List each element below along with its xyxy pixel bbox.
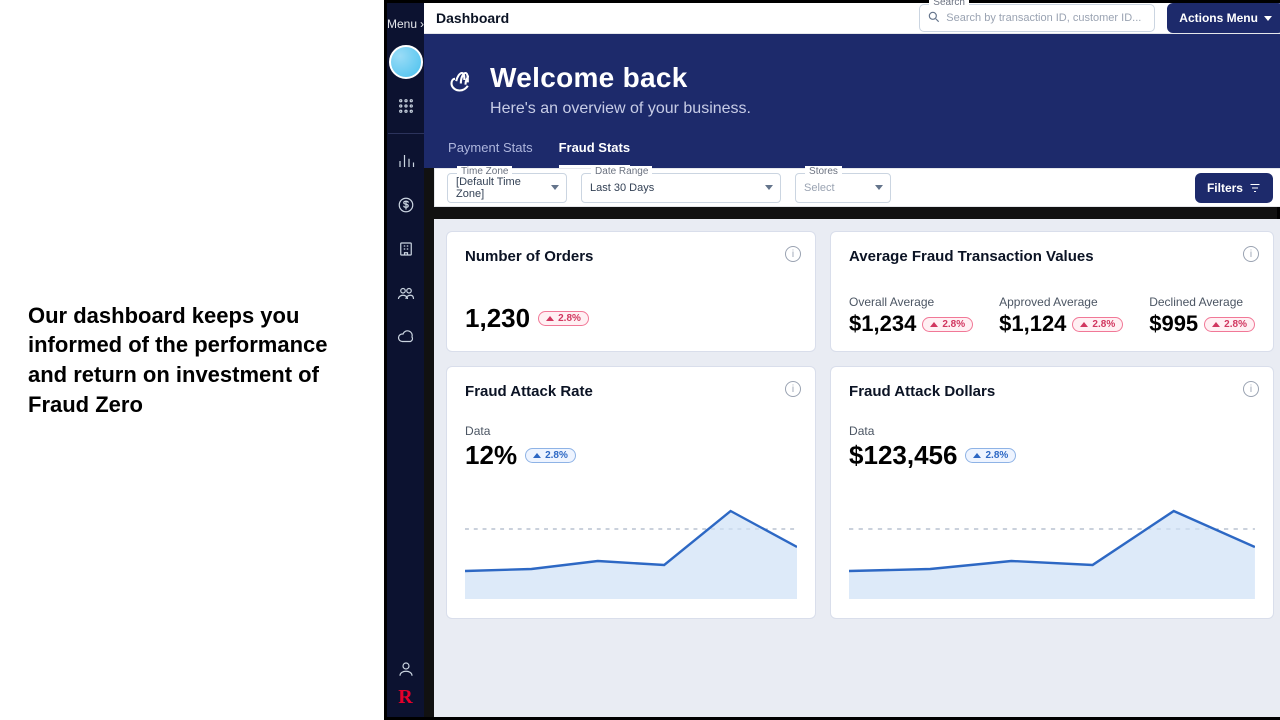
card-title: Number of Orders: [465, 248, 797, 265]
dollars-value: $123,456: [849, 440, 957, 471]
app-frame: Menu › R Dashboard Search Actions Menu: [384, 0, 1280, 720]
hero-subtitle: Here's an overview of your business.: [490, 100, 751, 118]
cards-grid: Number of Orders i 1,230 2.8% Average Fr…: [434, 219, 1280, 717]
side-nav: Menu › R: [387, 3, 424, 717]
rate-value: 12%: [465, 440, 517, 471]
card-fraud-attack-dollars: Fraud Attack Dollars i Data $123,456 2.8…: [830, 366, 1274, 619]
card-title: Average Fraud Transaction Values: [849, 248, 1255, 265]
card-fraud-attack-rate: Fraud Attack Rate i Data 12% 2.8%: [446, 366, 816, 619]
info-icon[interactable]: i: [1243, 381, 1259, 397]
timezone-select[interactable]: [Default Time Zone]: [447, 173, 567, 203]
metric-approved: Approved Average $1,124 2.8%: [999, 295, 1123, 337]
card-title: Fraud Attack Rate: [465, 383, 797, 400]
card-title: Fraud Attack Dollars: [849, 383, 1255, 400]
timezone-label: Time Zone: [457, 166, 512, 177]
info-icon[interactable]: i: [1243, 246, 1259, 262]
actions-menu-label: Actions Menu: [1179, 11, 1258, 25]
up-arrow-icon: [533, 453, 541, 458]
info-icon[interactable]: i: [785, 381, 801, 397]
menu-toggle-label: Menu: [387, 17, 417, 31]
data-sublabel: Data: [465, 424, 797, 438]
up-arrow-icon: [930, 322, 938, 327]
marketing-caption: Our dashboard keeps you informed of the …: [28, 301, 356, 420]
delta-badge: 2.8%: [1072, 317, 1123, 332]
stores-field: Stores Select: [795, 173, 891, 203]
filter-icon: [1249, 182, 1261, 194]
users-icon[interactable]: [389, 276, 423, 310]
currency-icon[interactable]: [389, 188, 423, 222]
up-arrow-icon: [546, 316, 554, 321]
chevron-down-icon: [1264, 16, 1272, 21]
filters-button[interactable]: Filters: [1195, 173, 1273, 203]
search-field: Search: [919, 4, 1155, 32]
rate-sparkline: [465, 489, 797, 599]
marketing-caption-panel: Our dashboard keeps you informed of the …: [0, 0, 384, 720]
delta-badge: 2.8%: [1204, 317, 1255, 332]
hero-title: Welcome back: [490, 62, 751, 94]
wave-icon: [448, 66, 476, 94]
profile-icon[interactable]: [389, 652, 423, 686]
dollars-sparkline: [849, 489, 1255, 599]
card-avg-fraud-values: Average Fraud Transaction Values i Overa…: [830, 231, 1274, 352]
delta-badge: 2.8%: [922, 317, 973, 332]
delta-badge: 2.8%: [525, 448, 576, 463]
delta-badge: 2.8%: [965, 448, 1016, 463]
stores-label: Stores: [805, 166, 842, 177]
card-number-of-orders: Number of Orders i 1,230 2.8%: [446, 231, 816, 352]
menu-toggle[interactable]: Menu ›: [387, 17, 424, 31]
search-input[interactable]: [919, 4, 1155, 32]
page-title: Dashboard: [436, 10, 509, 26]
daterange-label: Date Range: [591, 166, 652, 177]
metric-declined: Declined Average $995 2.8%: [1149, 295, 1255, 337]
daterange-field: Date Range Last 30 Days: [581, 173, 781, 203]
tab-payment-stats[interactable]: Payment Stats: [448, 140, 533, 168]
building-icon[interactable]: [389, 232, 423, 266]
orders-value: 1,230: [465, 303, 530, 334]
search-label: Search: [929, 0, 969, 8]
cloud-icon[interactable]: [389, 320, 423, 354]
up-arrow-icon: [1080, 322, 1088, 327]
main-column: Dashboard Search Actions Menu Welcome ba…: [424, 3, 1280, 717]
up-arrow-icon: [973, 453, 981, 458]
filter-bar: Time Zone [Default Time Zone] Date Range…: [434, 168, 1280, 207]
grid-apps-icon[interactable]: [389, 89, 423, 123]
hero-section: Welcome back Here's an overview of your …: [424, 34, 1280, 168]
daterange-select[interactable]: Last 30 Days: [581, 173, 781, 203]
top-bar: Dashboard Search Actions Menu: [424, 3, 1280, 34]
actions-menu-button[interactable]: Actions Menu: [1167, 3, 1280, 33]
brand-logo-icon: R: [398, 686, 412, 709]
nav-divider: [388, 133, 424, 134]
delta-badge: 2.8%: [538, 311, 589, 326]
timezone-field: Time Zone [Default Time Zone]: [447, 173, 567, 203]
info-icon[interactable]: i: [785, 246, 801, 262]
stores-select[interactable]: Select: [795, 173, 891, 203]
analytics-icon[interactable]: [389, 144, 423, 178]
data-sublabel: Data: [849, 424, 1255, 438]
up-arrow-icon: [1212, 322, 1220, 327]
metric-overall: Overall Average $1,234 2.8%: [849, 295, 973, 337]
hero-tabs: Payment Stats Fraud Stats: [448, 140, 1272, 168]
avatar[interactable]: [389, 45, 423, 79]
search-icon: [927, 10, 941, 24]
tab-fraud-stats[interactable]: Fraud Stats: [559, 140, 631, 168]
